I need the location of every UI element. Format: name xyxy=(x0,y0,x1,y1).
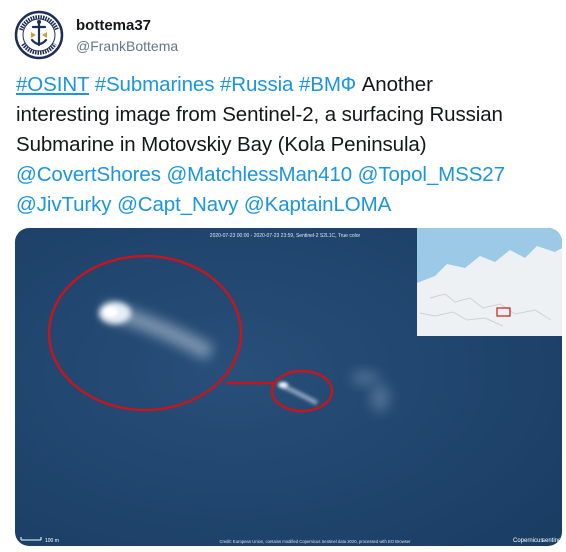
scale-label: 100 m xyxy=(45,538,59,544)
hashtag-vmf[interactable]: #ВМФ xyxy=(299,73,356,96)
avatar[interactable] xyxy=(14,10,64,60)
hashtag-osint[interactable]: #OSINT xyxy=(16,73,89,96)
tweet-line-2: interesting image from Sentinel-2, a sur… xyxy=(16,103,503,126)
user-handle[interactable]: @FrankBottema xyxy=(76,38,178,54)
mention-kaptainloma[interactable]: @KaptainLOMA xyxy=(244,193,391,216)
mention-matchlessman410[interactable]: @MatchlessMan410 xyxy=(166,163,352,186)
satellite-image: 2020-07-23 00:00 - 2020-07-23 23:59, Sen… xyxy=(15,228,562,546)
tweet-header: bottema37 @FrankBottema xyxy=(14,10,554,60)
tweet-line-3: Submarine in Motovskiy Bay (Kola Peninsu… xyxy=(16,133,427,156)
tweet-line-5: @JivTurky @Capt_Navy @KaptainLOMA xyxy=(16,190,556,220)
mention-covertshores[interactable]: @CovertShores xyxy=(16,163,161,186)
hashtag-submarines[interactable]: #Submarines xyxy=(95,73,215,96)
tweet-line-1: #OSINT #Submarines #Russia #ВМФ Another xyxy=(16,70,556,100)
naval-crest-icon xyxy=(14,10,64,60)
tweet-text-fragment: Another xyxy=(361,73,433,96)
sentinel-logo: sentinel xyxy=(542,538,562,544)
mention-capt-navy[interactable]: @Capt_Navy xyxy=(117,193,238,216)
mention-topol-mss27[interactable]: @Topol_MSS27 xyxy=(358,163,505,186)
inset-map xyxy=(417,228,562,336)
tweet-text: #OSINT #Submarines #Russia #ВМФ Another … xyxy=(16,70,556,220)
hashtag-russia[interactable]: #Russia xyxy=(220,73,293,96)
image-top-caption: 2020-07-23 00:00 - 2020-07-23 23:59, Sen… xyxy=(210,233,361,239)
tweet-line-4: @CovertShores @MatchlessMan410 @Topol_MS… xyxy=(16,160,556,190)
display-name[interactable]: bottema37 xyxy=(76,17,151,34)
image-credit: Credit: European Union, contains modifie… xyxy=(219,539,411,544)
tweet-media-image[interactable]: 2020-07-23 00:00 - 2020-07-23 23:59, Sen… xyxy=(15,228,562,546)
mention-jivturky[interactable]: @JivTurky xyxy=(16,193,112,216)
copernicus-logo: Copernicus xyxy=(513,538,543,544)
